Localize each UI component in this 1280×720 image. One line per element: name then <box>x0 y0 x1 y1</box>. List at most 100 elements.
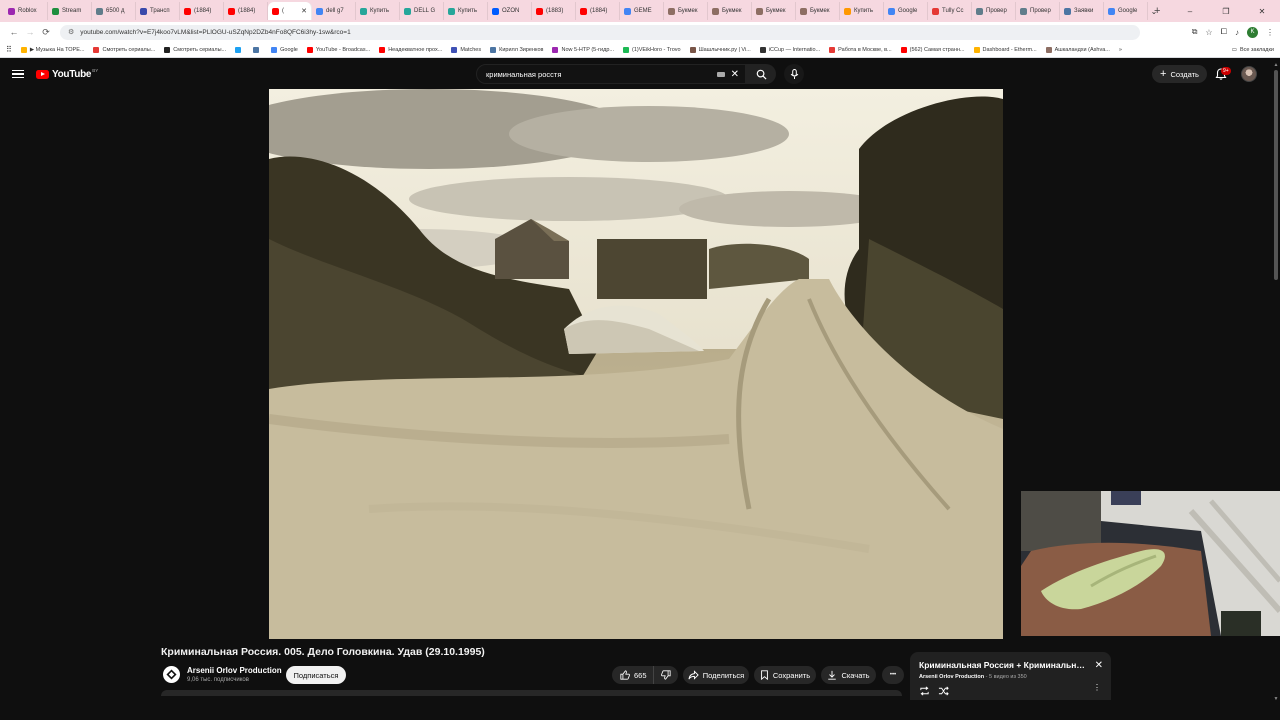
extensions-icon[interactable]: ⧠ <box>1221 27 1227 37</box>
close-playlist-icon[interactable]: ✕ <box>1095 660 1103 671</box>
browser-tab[interactable]: OZON <box>488 2 532 20</box>
bookmark-item[interactable]: Работа в Москве, в... <box>829 46 892 53</box>
browser-menu-icon[interactable]: ⋮ <box>1266 28 1274 37</box>
tab-search-button[interactable]: ⌄ <box>1136 7 1172 16</box>
scroll-up-icon[interactable]: ▲ <box>1273 62 1279 68</box>
playlist-title[interactable]: Криминальная Россия + Криминальная... <box>919 660 1089 670</box>
back-arrow-icon[interactable]: ← <box>6 27 22 37</box>
share-button[interactable]: Поделиться <box>683 666 749 684</box>
bookmark-item[interactable] <box>253 46 262 53</box>
browser-tab[interactable]: Букмек <box>796 2 840 20</box>
save-button[interactable]: Сохранить <box>754 666 816 684</box>
maximize-button[interactable]: ❐ <box>1208 7 1244 16</box>
bookmark-item[interactable]: Неадекватное прох... <box>379 46 442 53</box>
bookmark-item[interactable]: Шашлычник.ру | Vi... <box>689 46 751 53</box>
browser-tab[interactable]: Google <box>884 2 928 20</box>
download-button[interactable]: Скачать <box>821 666 876 684</box>
browser-tab[interactable]: Roblox <box>4 2 48 20</box>
bookmark-item[interactable]: Кирилл Зиренков <box>490 46 543 53</box>
menu-icon[interactable] <box>12 69 24 79</box>
like-button[interactable]: 665 <box>612 666 654 684</box>
bookmark-item[interactable]: iCCup — Internatio... <box>759 46 820 53</box>
search-icon <box>756 69 767 80</box>
bookmark-item[interactable]: (1)VEikHoro - Trovo <box>623 46 681 53</box>
bookmark-item[interactable]: Google <box>271 46 298 53</box>
tab-label: Букмек <box>810 8 830 14</box>
playlist-menu-icon[interactable]: ⋮ <box>1093 684 1101 692</box>
browser-tab[interactable]: Купить <box>356 2 400 20</box>
browser-tab[interactable]: Stream <box>48 2 92 20</box>
browser-tab[interactable]: Купить <box>840 2 884 20</box>
browser-tab[interactable]: Купить <box>444 2 488 20</box>
bookmark-item[interactable]: Matches <box>451 46 481 53</box>
browser-tab[interactable]: GEME <box>620 2 664 20</box>
tab-favicon-icon <box>1020 7 1027 15</box>
bookmark-item[interactable]: Ашкаландхи (Ashva... <box>1045 46 1110 53</box>
dislike-button[interactable] <box>654 670 678 680</box>
forward-arrow-icon[interactable]: → <box>22 27 38 37</box>
video-player[interactable] <box>269 89 1003 639</box>
browser-tab[interactable]: dell g7 <box>312 2 356 20</box>
bookmark-item[interactable] <box>235 46 244 53</box>
browser-tab[interactable]: Tully Cc <box>928 2 972 20</box>
bookmark-star-icon[interactable]: ☆ <box>1205 28 1212 37</box>
browser-tab-active[interactable]: (✕ <box>268 2 312 20</box>
close-tab-icon[interactable]: ✕ <box>301 7 307 15</box>
browser-tab[interactable]: Заявки <box>1060 2 1104 20</box>
address-bar-url: youtube.com/watch?v=E7j4koo7vLM&list=PLl… <box>80 28 351 36</box>
browser-tab[interactable]: DELL G <box>400 2 444 20</box>
media-icon[interactable]: ♪ <box>1235 28 1239 37</box>
all-bookmarks-button[interactable]: ▭ Все закладки <box>1232 47 1274 53</box>
channel-name[interactable]: Arsenii Orlov Production <box>187 666 282 675</box>
minimize-button[interactable]: – <box>1172 7 1208 16</box>
playlist-owner[interactable]: Arsenii Orlov Production <box>919 674 984 680</box>
browser-tab[interactable]: Трансп <box>136 2 180 20</box>
voice-search-button[interactable] <box>784 64 804 84</box>
bookmark-item[interactable]: (562) Самая странн... <box>900 46 965 53</box>
scrollbar-thumb[interactable] <box>1274 70 1278 280</box>
reload-icon[interactable]: ⟳ <box>38 27 54 38</box>
bookmarks-overflow-button[interactable]: » <box>1119 47 1122 53</box>
bookmark-favicon-icon <box>451 46 458 53</box>
plus-icon: + <box>1160 67 1167 80</box>
bookmark-item[interactable]: YouTube - Broadcas... <box>306 46 370 53</box>
close-window-button[interactable]: ✕ <box>1244 7 1280 16</box>
bookmark-item[interactable]: ▶ Музыка На ТОРЕ... <box>20 46 84 53</box>
loop-icon[interactable] <box>919 686 930 696</box>
account-avatar[interactable] <box>1241 66 1257 82</box>
channel-avatar[interactable] <box>163 666 180 683</box>
shuffle-icon[interactable] <box>938 686 949 696</box>
browser-tab[interactable]: Букмек <box>708 2 752 20</box>
bookmark-label: Google <box>280 46 298 53</box>
browser-tab[interactable]: (1883) <box>532 2 576 20</box>
tab-favicon-icon <box>624 7 631 15</box>
browser-tab[interactable]: Провер <box>972 2 1016 20</box>
create-button[interactable]: + Создать <box>1152 65 1207 83</box>
more-actions-button[interactable]: ••• <box>882 666 904 684</box>
browser-tab[interactable]: Провер <box>1016 2 1060 20</box>
browser-tab[interactable]: (1884) <box>180 2 224 20</box>
clear-search-icon[interactable]: ✕ <box>731 69 739 80</box>
bookmark-item[interactable]: Смотреть сериалы... <box>93 46 155 53</box>
browser-tab[interactable]: Букмек <box>664 2 708 20</box>
address-bar[interactable]: ⚙ youtube.com/watch?v=E7j4koo7vLM&list=P… <box>60 24 1140 40</box>
keyboard-icon[interactable] <box>716 71 725 77</box>
browser-tab[interactable]: (1884) <box>576 2 620 20</box>
subscribe-button[interactable]: Подписаться <box>286 666 346 684</box>
bookmark-item[interactable]: Now 5-HTP (5-гидр... <box>552 46 614 53</box>
profile-avatar[interactable]: K <box>1247 26 1258 38</box>
browser-tab[interactable]: 6500 д <box>92 2 136 20</box>
site-info-icon[interactable]: ⚙ <box>68 28 74 36</box>
install-app-icon[interactable]: ⧉ <box>1192 27 1198 37</box>
bookmark-item[interactable]: Dashboard - Etherm... <box>973 46 1037 53</box>
apps-grid-icon[interactable]: ⠿ <box>6 45 12 54</box>
search-button[interactable] <box>746 64 776 84</box>
youtube-logo[interactable]: YouTube BY <box>36 68 98 80</box>
scroll-down-icon[interactable]: ▼ <box>1273 696 1279 702</box>
search-input[interactable]: криминальная росстя ✕ <box>476 64 746 84</box>
tab-favicon-icon <box>888 7 895 15</box>
description-panel[interactable] <box>161 690 902 696</box>
browser-tab[interactable]: (1884) <box>224 2 268 20</box>
bookmark-item[interactable]: Смотреть сериалы... <box>164 46 226 53</box>
browser-tab[interactable]: Букмек <box>752 2 796 20</box>
